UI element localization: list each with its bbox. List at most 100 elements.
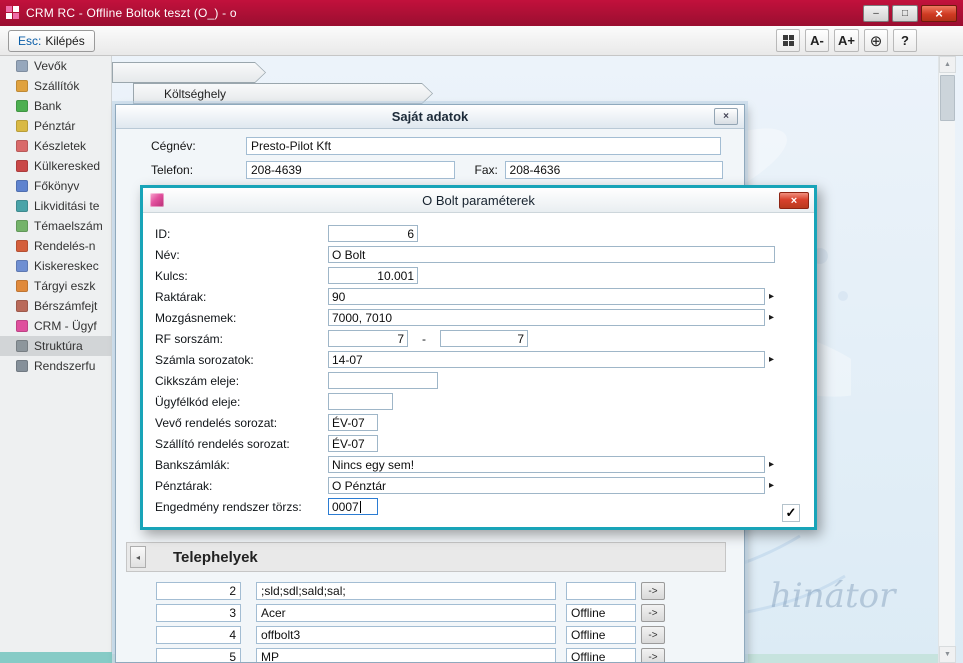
app-logo-icon — [6, 6, 20, 20]
szamla-sorozatok-input[interactable] — [328, 351, 765, 368]
sidebar-item-kulkereskedelem[interactable]: Külkeresked — [0, 156, 111, 176]
site-name-input[interactable] — [256, 582, 556, 600]
penztarak-input[interactable] — [328, 477, 765, 494]
raktarak-input[interactable] — [328, 288, 765, 305]
bankszamlak-input[interactable] — [328, 456, 765, 473]
cegnev-input[interactable] — [246, 137, 721, 155]
sidebar-item-penztar[interactable]: Pénztár — [0, 116, 111, 136]
scrollbar-thumb[interactable] — [940, 75, 955, 121]
site-status-input[interactable] — [566, 648, 636, 663]
layout-grid-icon — [783, 35, 794, 46]
open-site-button[interactable]: -> — [641, 626, 665, 644]
combo-arrow-icon[interactable]: ▸ — [765, 354, 778, 365]
sidebar-item-label: Bank — [34, 99, 61, 113]
kulcs-row: Kulcs: — [143, 265, 814, 286]
rf-to-input[interactable] — [440, 330, 528, 347]
sidebar-item-label: Rendelés-n — [34, 239, 95, 253]
site-name-input[interactable] — [256, 648, 556, 663]
site-number-input[interactable] — [156, 648, 241, 663]
sajat-adatok-titlebar[interactable]: Saját adatok × — [116, 105, 744, 129]
cash-register-icon — [16, 120, 28, 132]
sidebar-item-temaelszamolas[interactable]: Témaelszám — [0, 216, 111, 236]
scroll-up-button[interactable]: ▲ — [939, 56, 956, 73]
kulcs-input[interactable] — [328, 267, 418, 284]
combo-arrow-icon[interactable]: ▸ — [765, 312, 778, 323]
modal-titlebar[interactable]: O Bolt paraméterek × — [143, 188, 814, 213]
raktarak-label: Raktárak: — [155, 290, 328, 304]
fax-input[interactable] — [505, 161, 723, 179]
close-button[interactable]: × — [921, 5, 957, 22]
telefon-input[interactable] — [246, 161, 455, 179]
sidebar-item-bank[interactable]: Bank — [0, 96, 111, 116]
vevo-rendeles-input[interactable] — [328, 414, 378, 431]
sidebar-item-targyi-eszkoz[interactable]: Tárgyi eszk — [0, 276, 111, 296]
window-titlebar[interactable]: CRM RC - Offline Boltok teszt (O_) - o –… — [0, 0, 963, 26]
sidebar-item-rendeles[interactable]: Rendelés-n — [0, 236, 111, 256]
crm-cube-icon — [150, 193, 164, 207]
text-cursor — [360, 501, 361, 513]
combo-arrow-icon[interactable]: ▸ — [765, 459, 778, 470]
confirm-check[interactable]: ✓ — [782, 504, 800, 522]
sidebar-item-kiskereskedelem[interactable]: Kiskereskec — [0, 256, 111, 276]
customers-icon — [16, 60, 28, 72]
engedmeny-input[interactable]: 0007 — [328, 498, 378, 515]
help-button[interactable]: ? — [893, 29, 917, 52]
open-site-button[interactable]: -> — [641, 604, 665, 622]
sajat-adatok-close-button[interactable]: × — [714, 108, 738, 125]
combo-arrow-icon[interactable]: ▸ — [765, 291, 778, 302]
sidebar-item-keszletek[interactable]: Készletek — [0, 136, 111, 156]
down-arrow-icon: ▼ — [944, 651, 951, 658]
site-status-input[interactable] — [566, 604, 636, 622]
telephelyek-collapse-button[interactable]: ◂ — [130, 546, 146, 568]
sidebar-item-szallitok[interactable]: Szállítók — [0, 76, 111, 96]
cikkszam-input[interactable] — [328, 372, 438, 389]
site-number-input[interactable] — [156, 582, 241, 600]
exit-button[interactable]: Esc: Kilépés — [8, 30, 95, 52]
sidebar-item-crm[interactable]: CRM - Ügyf — [0, 316, 111, 336]
sidebar-item-label: Pénztár — [34, 119, 75, 133]
site-name-input[interactable] — [256, 626, 556, 644]
telephelyek-header: Telephelyek — [126, 542, 726, 572]
collapsed-panel-tab[interactable] — [112, 62, 266, 83]
sidebar-item-rendszerfunkciok[interactable]: Rendszerfu — [0, 356, 111, 376]
ugyfelkod-input[interactable] — [328, 393, 393, 410]
scroll-down-button[interactable]: ▼ — [939, 646, 956, 663]
sidebar-item-label: Kiskereskec — [34, 259, 99, 273]
koltseghely-tab[interactable]: Költséghely — [133, 83, 433, 104]
sidebar-item-berszamfejtes[interactable]: Bérszámfejt — [0, 296, 111, 316]
mozgasnemek-input[interactable] — [328, 309, 765, 326]
id-row: ID: — [143, 223, 814, 244]
open-site-button[interactable]: -> — [641, 582, 665, 600]
fax-label: Fax: — [475, 163, 505, 177]
sidebar-item-fokonyv[interactable]: Főkönyv — [0, 176, 111, 196]
nev-label: Név: — [155, 248, 328, 262]
id-input[interactable] — [328, 225, 418, 242]
sidebar-item-vevok[interactable]: Vevők — [0, 56, 111, 76]
vevo-rendeles-row: Vevő rendelés sorozat: — [143, 412, 814, 433]
font-decrease-button[interactable]: A- — [805, 29, 829, 52]
minimize-button[interactable]: – — [863, 5, 889, 22]
modal-close-button[interactable]: × — [779, 192, 809, 209]
szallito-rendeles-input[interactable] — [328, 435, 378, 452]
nev-input[interactable] — [328, 246, 775, 263]
site-name-input[interactable] — [256, 604, 556, 622]
esc-key-label: Esc: — [18, 34, 41, 48]
sidebar-item-label: Likviditási te — [34, 199, 99, 213]
retail-icon — [16, 260, 28, 272]
combo-arrow-icon[interactable]: ▸ — [765, 480, 778, 491]
site-number-input[interactable] — [156, 604, 241, 622]
table-row: -> — [156, 603, 665, 623]
vertical-scrollbar[interactable]: ▲ ▼ — [938, 56, 955, 663]
sidebar-item-struktura[interactable]: Struktúra — [0, 336, 111, 356]
maximize-button[interactable]: □ — [892, 5, 918, 22]
site-status-input[interactable] — [566, 626, 636, 644]
site-number-input[interactable] — [156, 626, 241, 644]
rf-from-input[interactable] — [328, 330, 408, 347]
site-status-input[interactable] — [566, 582, 636, 600]
penztarak-row: Pénztárak: ▸ — [143, 475, 814, 496]
font-increase-button[interactable]: A+ — [834, 29, 859, 52]
window-layout-button[interactable] — [776, 29, 800, 52]
globe-button[interactable]: ⊕ — [864, 29, 888, 52]
open-site-button[interactable]: -> — [641, 648, 665, 663]
sidebar-item-likviditas[interactable]: Likviditási te — [0, 196, 111, 216]
